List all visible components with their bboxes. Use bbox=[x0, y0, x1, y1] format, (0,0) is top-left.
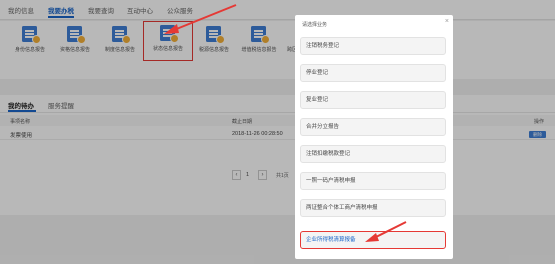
option-suspend-business[interactable]: 停业登记 bbox=[300, 64, 446, 82]
option-cancel-tax-registration[interactable]: 注销税务登记 bbox=[300, 37, 446, 55]
option-individual-household-clearance[interactable]: 两证整合个体工商户清税申报 bbox=[300, 199, 446, 217]
annotation-arrow-icon bbox=[164, 4, 237, 34]
option-resume-business[interactable]: 复业登记 bbox=[300, 91, 446, 109]
option-cancel-withholding[interactable]: 注销扣缴税款登记 bbox=[300, 145, 446, 163]
option-one-license-tax-clearance[interactable]: 一照一码户清税申报 bbox=[300, 172, 446, 190]
modal-backdrop[interactable] bbox=[0, 0, 555, 264]
option-merger-split-report[interactable]: 合并分立报告 bbox=[300, 118, 446, 136]
dialog-title: 请选择业务 bbox=[302, 22, 328, 28]
close-icon[interactable]: × bbox=[445, 18, 449, 26]
annotation-arrow-icon bbox=[365, 221, 407, 242]
